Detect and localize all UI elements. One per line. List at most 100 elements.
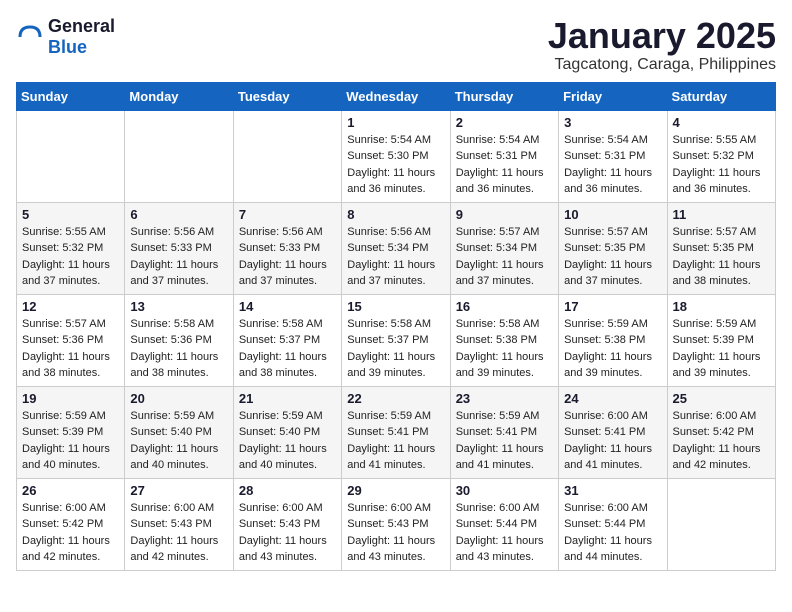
daylight-text: Daylight: 11 hours and 42 minutes. [22,533,119,566]
sunrise-text: Sunrise: 5:57 AM [673,224,770,241]
sunrise-text: Sunrise: 5:59 AM [239,408,336,425]
sunrise-text: Sunrise: 5:54 AM [347,132,444,149]
sunset-text: Sunset: 5:31 PM [456,148,553,165]
calendar-cell: 14Sunrise: 5:58 AMSunset: 5:37 PMDayligh… [233,294,341,386]
sunrise-text: Sunrise: 6:00 AM [456,500,553,517]
calendar-cell: 26Sunrise: 6:00 AMSunset: 5:42 PMDayligh… [17,478,125,570]
day-number: 20 [130,391,227,406]
sunset-text: Sunset: 5:37 PM [239,332,336,349]
sunrise-text: Sunrise: 5:54 AM [456,132,553,149]
sunset-text: Sunset: 5:43 PM [130,516,227,533]
daylight-text: Daylight: 11 hours and 39 minutes. [347,349,444,382]
calendar-cell [125,110,233,202]
sunset-text: Sunset: 5:39 PM [673,332,770,349]
day-number: 16 [456,299,553,314]
calendar-cell: 7Sunrise: 5:56 AMSunset: 5:33 PMDaylight… [233,202,341,294]
day-info: Sunrise: 5:58 AMSunset: 5:36 PMDaylight:… [130,316,227,382]
day-info: Sunrise: 5:56 AMSunset: 5:34 PMDaylight:… [347,224,444,290]
calendar-cell: 18Sunrise: 5:59 AMSunset: 5:39 PMDayligh… [667,294,775,386]
logo: General Blue [16,16,115,58]
sunrise-text: Sunrise: 6:00 AM [22,500,119,517]
weekday-header-sunday: Sunday [17,82,125,110]
daylight-text: Daylight: 11 hours and 36 minutes. [347,165,444,198]
daylight-text: Daylight: 11 hours and 43 minutes. [456,533,553,566]
day-number: 29 [347,483,444,498]
calendar-cell [233,110,341,202]
day-number: 3 [564,115,661,130]
day-info: Sunrise: 5:59 AMSunset: 5:40 PMDaylight:… [239,408,336,474]
day-number: 2 [456,115,553,130]
calendar-cell: 11 Sunrise: 5:57 AMSunset: 5:35 PMDayligh… [667,202,775,294]
calendar-cell: 3Sunrise: 5:54 AMSunset: 5:31 PMDaylight… [559,110,667,202]
day-number: 11 [673,207,770,222]
daylight-text: Daylight: 11 hours and 39 minutes. [456,349,553,382]
day-number: 8 [347,207,444,222]
day-info: Sunrise: 5:57 AMSunset: 5:35 PMDaylight:… [673,224,770,290]
sunrise-text: Sunrise: 6:00 AM [130,500,227,517]
day-info: Sunrise: 6:00 AMSunset: 5:44 PMDaylight:… [456,500,553,566]
week-row-3: 12 Sunrise: 5:57 AMSunset: 5:36 PMDayligh… [17,294,776,386]
sunrise-text: Sunrise: 5:59 AM [564,316,661,333]
day-number: 4 [673,115,770,130]
calendar-cell: 27Sunrise: 6:00 AMSunset: 5:43 PMDayligh… [125,478,233,570]
day-number: 31 [564,483,661,498]
day-number: 10 [564,207,661,222]
day-info: Sunrise: 5:56 AMSunset: 5:33 PMDaylight:… [130,224,227,290]
location-title: Tagcatong, Caraga, Philippines [548,56,776,74]
calendar-cell: 24Sunrise: 6:00 AMSunset: 5:41 PMDayligh… [559,386,667,478]
daylight-text: Daylight: 11 hours and 43 minutes. [239,533,336,566]
calendar-cell: 20Sunrise: 5:59 AMSunset: 5:40 PMDayligh… [125,386,233,478]
sunrise-text: Sunrise: 5:58 AM [130,316,227,333]
day-info: Sunrise: 5:59 AMSunset: 5:39 PMDaylight:… [673,316,770,382]
calendar-cell: 21 Sunrise: 5:59 AMSunset: 5:40 PMDayligh… [233,386,341,478]
sunset-text: Sunset: 5:37 PM [347,332,444,349]
weekday-header-tuesday: Tuesday [233,82,341,110]
sunrise-text: Sunrise: 6:00 AM [564,500,661,517]
sunset-text: Sunset: 5:44 PM [456,516,553,533]
week-row-4: 19 Sunrise: 5:59 AM Sunset: 5:39 PM Dayligh… [17,386,776,478]
day-number: 9 [456,207,553,222]
sunrise-text: Sunrise: 5:59 AM [347,408,444,425]
daylight-text: Daylight: 11 hours and 44 minutes. [564,533,661,566]
sunset-text: Sunset: 5:39 PM [22,424,119,441]
sunset-text: Sunset: 5:42 PM [673,424,770,441]
daylight-text: Daylight: 11 hours and 37 minutes. [347,257,444,290]
daylight-text: Daylight: 11 hours and 40 minutes. [239,441,336,474]
calendar-cell: 29Sunrise: 6:00 AMSunset: 5:43 PMDayligh… [342,478,450,570]
day-info: Sunrise: 5:59 AMSunset: 5:38 PMDaylight:… [564,316,661,382]
sunset-text: Sunset: 5:43 PM [347,516,444,533]
day-info: Sunrise: 6:00 AMSunset: 5:42 PMDaylight:… [673,408,770,474]
daylight-text: Daylight: 11 hours and 37 minutes. [564,257,661,290]
daylight-text: Daylight: 11 hours and 37 minutes. [130,257,227,290]
day-info: Sunrise: 5:57 AMSunset: 5:36 PMDaylight:… [22,316,119,382]
sunset-text: Sunset: 5:41 PM [564,424,661,441]
calendar-cell: 25Sunrise: 6:00 AMSunset: 5:42 PMDayligh… [667,386,775,478]
calendar-cell: 9Sunrise: 5:57 AMSunset: 5:34 PMDaylight… [450,202,558,294]
daylight-text: Daylight: 11 hours and 36 minutes. [564,165,661,198]
calendar-cell: 17Sunrise: 5:59 AMSunset: 5:38 PMDayligh… [559,294,667,386]
daylight-text: Daylight: 11 hours and 38 minutes. [22,349,119,382]
sunset-text: Sunset: 5:34 PM [347,240,444,257]
daylight-text: Daylight: 11 hours and 39 minutes. [564,349,661,382]
sunrise-text: Sunrise: 5:59 AM [130,408,227,425]
logo-blue-text: Blue [48,37,87,57]
day-number: 22 [347,391,444,406]
day-info: Sunrise: 5:54 AMSunset: 5:31 PMDaylight:… [456,132,553,198]
calendar-cell: 4Sunrise: 5:55 AMSunset: 5:32 PMDaylight… [667,110,775,202]
weekday-header-thursday: Thursday [450,82,558,110]
day-number: 21 [239,391,336,406]
calendar-table: SundayMondayTuesdayWednesdayThursdayFrid… [16,82,776,571]
weekday-header-monday: Monday [125,82,233,110]
day-number: 5 [22,207,119,222]
day-number: 19 [22,391,119,406]
day-number: 24 [564,391,661,406]
sunset-text: Sunset: 5:33 PM [239,240,336,257]
daylight-text: Daylight: 11 hours and 42 minutes. [130,533,227,566]
week-row-5: 26Sunrise: 6:00 AMSunset: 5:42 PMDayligh… [17,478,776,570]
day-number: 12 [22,299,119,314]
weekday-header-row: SundayMondayTuesdayWednesdayThursdayFrid… [17,82,776,110]
sunset-text: Sunset: 5:41 PM [347,424,444,441]
daylight-text: Daylight: 11 hours and 40 minutes. [130,441,227,474]
calendar-cell: 5Sunrise: 5:55 AMSunset: 5:32 PMDaylight… [17,202,125,294]
calendar-cell: 8 Sunrise: 5:56 AMSunset: 5:34 PMDaylight… [342,202,450,294]
